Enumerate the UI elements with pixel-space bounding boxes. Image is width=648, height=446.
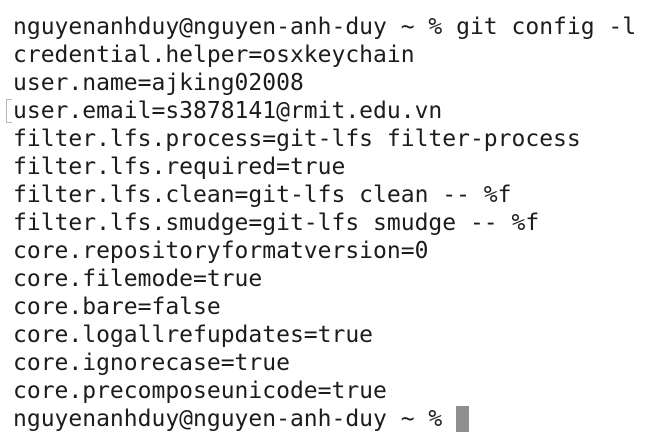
output-line-filter-lfs-process: filter.lfs.process=git-lfs filter-proces… <box>13 126 581 152</box>
output-line-filter-lfs-clean: filter.lfs.clean=git-lfs clean -- %f <box>13 182 512 208</box>
terminal-window[interactable]: nguyenanhduy@nguyen-anh-duy ~ % git conf… <box>0 0 648 446</box>
terminal-cursor <box>456 406 470 432</box>
output-line-user-email: user.email=s3878141@rmit.edu.vn <box>13 98 443 124</box>
prompt-line[interactable]: nguyenanhduy@nguyen-anh-duy ~ % <box>13 405 648 433</box>
output-line-core-precomposeunicode: core.precomposeunicode=true <box>13 378 387 404</box>
output-line-core-repositoryformatversion: core.repositoryformatversion=0 <box>13 238 429 264</box>
output-line-core-bare: core.bare=false <box>13 294 221 320</box>
output-line-user-name: user.name=ajking02008 <box>13 70 304 96</box>
output-line-filter-lfs-required: filter.lfs.required=true <box>13 154 346 180</box>
output-line-core-logallrefupdates: core.logallrefupdates=true <box>13 322 374 348</box>
output-line-credential-helper: credential.helper=osxkeychain <box>13 42 415 68</box>
command-line: nguyenanhduy@nguyen-anh-duy ~ % git conf… <box>13 14 637 40</box>
prompt-text: nguyenanhduy@nguyen-anh-duy ~ % <box>13 406 443 432</box>
output-line-core-ignorecase: core.ignorecase=true <box>13 350 290 376</box>
output-line-filter-lfs-smudge: filter.lfs.smudge=git-lfs smudge -- %f <box>13 210 540 236</box>
selection-marker <box>6 99 12 123</box>
output-line-core-filemode: core.filemode=true <box>13 266 263 292</box>
